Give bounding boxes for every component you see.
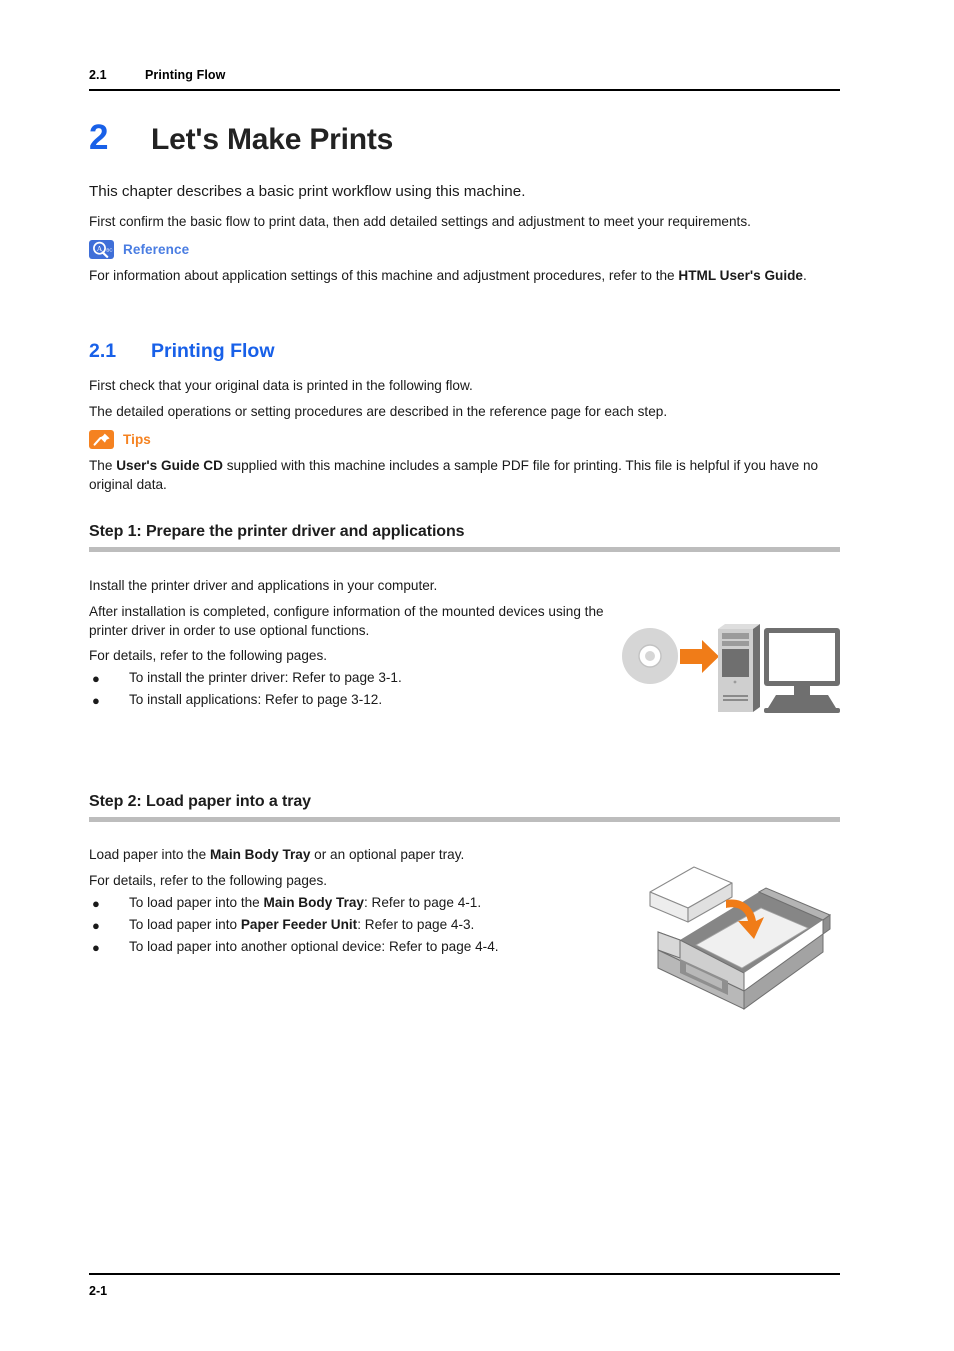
chapter-title-block: 2 Let's Make Prints (89, 120, 840, 155)
bullet-marker: ● (92, 940, 100, 955)
list-item-bold: Paper Feeder Unit (240, 917, 358, 932)
reference-body-bold: HTML User's Guide (678, 268, 803, 283)
reference-note-label: Reference (123, 242, 190, 257)
svg-text:BC: BC (106, 248, 112, 253)
orange-arrow-icon (680, 640, 719, 673)
reference-note-header: A BC Reference (89, 240, 189, 259)
bullet-marker: ● (92, 671, 100, 686)
running-header: 2.1 Printing Flow (89, 68, 840, 82)
bullet-marker: ● (92, 918, 100, 933)
tips-note-body: The User's Guide CD supplied with this m… (89, 456, 840, 494)
tips-note-header: Tips (89, 430, 151, 449)
step-2-para-1-post: or an optional paper tray. (310, 847, 465, 862)
header-rule (89, 89, 840, 91)
intro-lead-paragraph: This chapter describes a basic print wor… (89, 183, 526, 200)
bullet-marker: ● (92, 693, 100, 708)
document-page: 2.1 Printing Flow 2 Let's Make Prints Thi… (0, 0, 954, 1351)
section-heading-2-1: 2.1 Printing Flow (89, 340, 274, 363)
running-header-title: Printing Flow (145, 68, 226, 82)
cd-to-computer-illustration (618, 618, 842, 723)
list-item-post: : Refer to page 4-3. (357, 917, 475, 932)
bullet-marker: ● (92, 896, 100, 911)
tips-body-bold: User's Guide CD (116, 458, 223, 473)
tips-note-label: Tips (123, 432, 151, 447)
step-2-heading: Step 2: Load paper into a tray (89, 793, 311, 810)
tips-pushpin-icon (89, 430, 114, 449)
step-1-paragraph-2: After installation is completed, configu… (89, 604, 604, 638)
step-1-heading: Step 1: Prepare the printer driver and a… (89, 523, 465, 540)
list-item-pre: To load paper into the (129, 895, 264, 910)
step-2-rule (89, 817, 840, 822)
page-title: Let's Make Prints (151, 123, 394, 156)
tips-body-pre: The (89, 458, 117, 473)
list-item-bold: Main Body Tray (263, 895, 364, 910)
step-2-para-1-pre: Load paper into the (89, 847, 210, 862)
computer-tower-icon (718, 624, 760, 712)
list-item-pre: To load paper into (129, 917, 241, 932)
reference-body-pre: For information about application settin… (89, 268, 679, 283)
paper-stack-icon (649, 866, 733, 923)
footer-page-number: 2-1 (89, 1284, 108, 1298)
running-header-number: 2.1 (89, 68, 107, 82)
reference-note-body: For information about application settin… (89, 266, 840, 285)
list-item-post: : Refer to page 4-1. (364, 895, 482, 910)
list-item-pre: To load paper into another optional devi… (129, 939, 499, 954)
reference-magnifier-icon: A BC (89, 240, 114, 259)
footer-rule (89, 1273, 840, 1275)
section-title: Printing Flow (151, 340, 275, 362)
intro-sub-paragraph: First confirm the basic flow to print da… (89, 214, 751, 229)
reference-body-post: . (803, 268, 807, 283)
section-paragraph-2: The detailed operations or setting proce… (89, 404, 668, 419)
step-1-paragraph-1: Install the printer driver and applicati… (89, 578, 438, 593)
chapter-number: 2 (89, 118, 109, 157)
section-paragraph-1: First check that your original data is p… (89, 378, 473, 393)
monitor-icon (764, 628, 840, 713)
paper-tray-loading-illustration (618, 845, 842, 1020)
step-2-para-1-bold: Main Body Tray (209, 847, 311, 862)
step-1-rule (89, 547, 840, 552)
cd-disc-icon (622, 628, 678, 684)
section-number: 2.1 (89, 340, 117, 362)
